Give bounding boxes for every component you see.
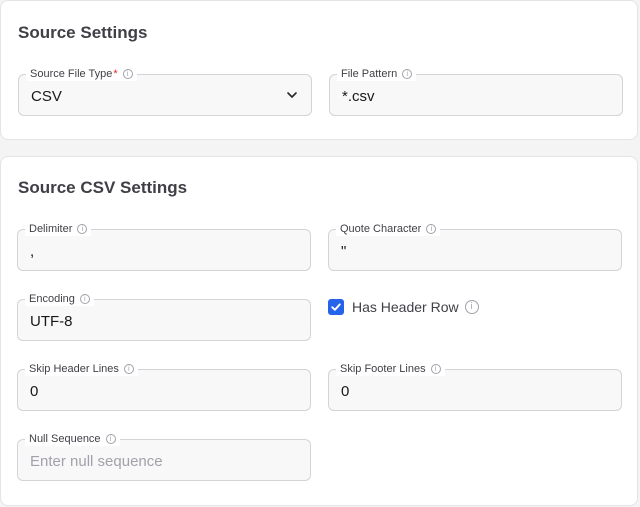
file-pattern-field[interactable]: File Pattern i *.csv	[329, 67, 623, 116]
source-file-type-value: CSV	[31, 88, 62, 105]
skip-header-lines-label: Skip Header Lines	[29, 363, 119, 375]
info-icon[interactable]: i	[123, 364, 134, 374]
has-header-row-label[interactable]: Has Header Row	[352, 299, 459, 315]
info-icon[interactable]: i	[79, 294, 90, 304]
skip-header-lines-legend: Skip Header Lines i	[25, 362, 138, 376]
source-file-type-legend: Source File Type * i	[26, 67, 137, 81]
quote-character-field[interactable]: Quote Character i "	[328, 222, 622, 271]
delimiter-input[interactable]: ,	[30, 243, 34, 261]
quote-character-label: Quote Character	[340, 223, 422, 235]
info-icon[interactable]: i	[77, 224, 88, 234]
skip-footer-lines-label: Skip Footer Lines	[340, 363, 426, 375]
encoding-field[interactable]: Encoding i UTF-8	[17, 292, 311, 341]
chevron-down-icon[interactable]	[285, 88, 299, 102]
delimiter-legend: Delimiter i	[25, 222, 92, 236]
quote-character-legend: Quote Character i	[336, 222, 441, 236]
encoding-label: Encoding	[29, 293, 75, 305]
quote-character-input[interactable]: "	[341, 243, 346, 261]
skip-footer-lines-field[interactable]: Skip Footer Lines i 0	[328, 362, 622, 411]
info-icon[interactable]: i	[402, 69, 413, 79]
info-icon[interactable]: i	[430, 364, 441, 374]
source-settings-title: Source Settings	[18, 23, 148, 42]
csv-settings-title: Source CSV Settings	[18, 178, 188, 197]
info-icon[interactable]: i	[464, 300, 479, 314]
null-sequence-field[interactable]: Null Sequence i Enter null sequence	[17, 432, 311, 481]
encoding-legend: Encoding i	[25, 292, 94, 306]
info-icon[interactable]: i	[122, 69, 133, 79]
null-sequence-label: Null Sequence	[29, 433, 101, 445]
null-sequence-input[interactable]: Enter null sequence	[30, 453, 163, 471]
skip-footer-lines-legend: Skip Footer Lines i	[336, 362, 445, 376]
file-pattern-input[interactable]: *.csv	[342, 88, 375, 106]
source-file-type-label: Source File Type	[30, 68, 113, 80]
delimiter-field[interactable]: Delimiter i ,	[17, 222, 311, 271]
null-sequence-legend: Null Sequence i	[25, 432, 120, 446]
check-icon	[331, 303, 341, 311]
file-pattern-label: File Pattern	[341, 68, 398, 80]
skip-header-lines-field[interactable]: Skip Header Lines i 0	[17, 362, 311, 411]
skip-header-lines-input[interactable]: 0	[30, 383, 38, 401]
source-settings-card: Source Settings Source File Type * i CSV…	[0, 0, 638, 140]
file-pattern-legend: File Pattern i	[337, 67, 417, 81]
delimiter-label: Delimiter	[29, 223, 73, 235]
skip-footer-lines-input[interactable]: 0	[341, 383, 349, 401]
encoding-input[interactable]: UTF-8	[30, 313, 73, 331]
has-header-row-option[interactable]: Has Header Row i	[328, 299, 479, 315]
required-mark: *	[113, 68, 118, 80]
has-header-row-checkbox[interactable]	[328, 299, 344, 315]
info-icon[interactable]: i	[426, 224, 437, 234]
source-file-type-select[interactable]: Source File Type * i CSV	[18, 67, 312, 116]
info-icon[interactable]: i	[105, 434, 116, 444]
